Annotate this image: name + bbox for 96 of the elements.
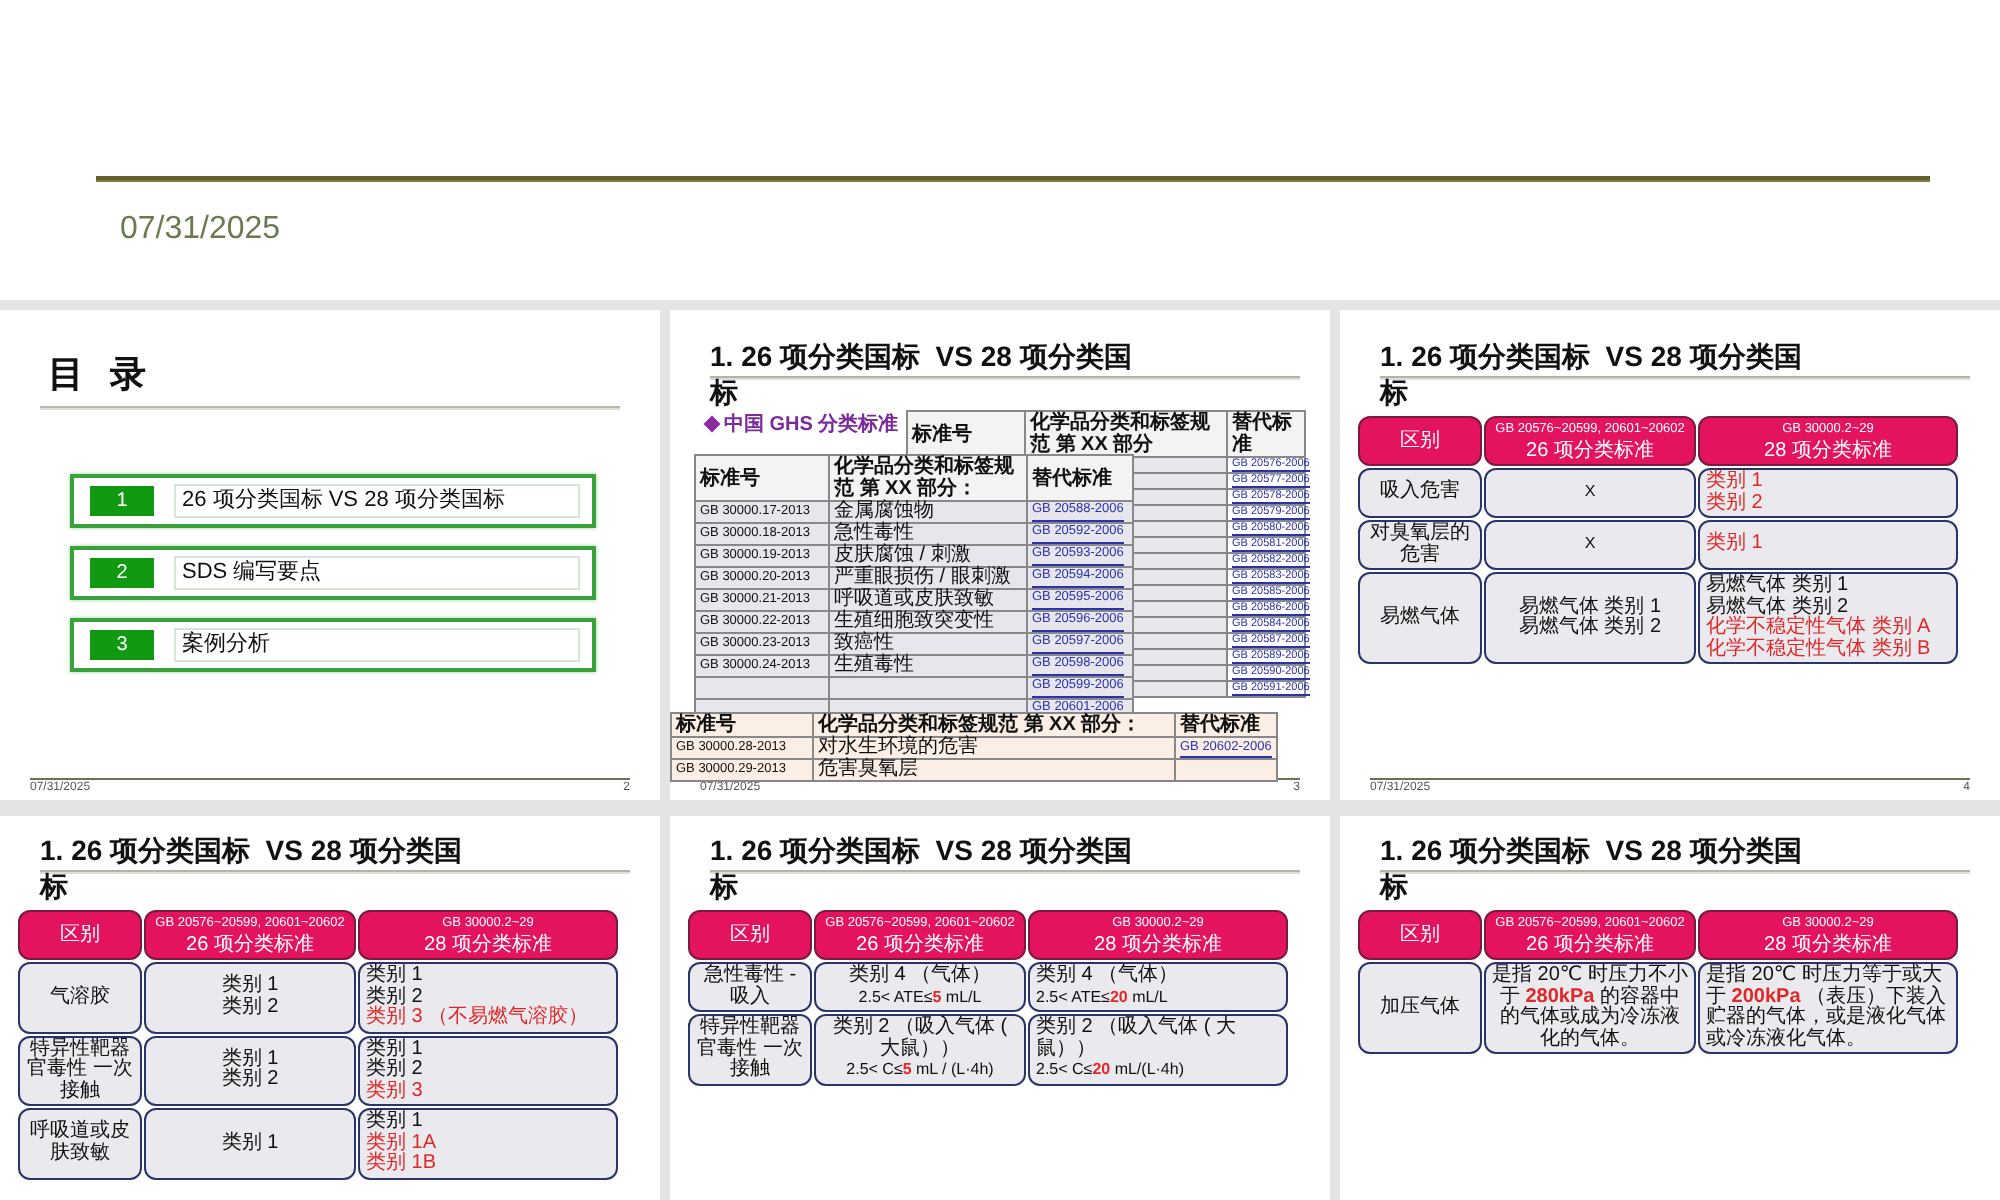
cell-text: 类别 3 xyxy=(366,1081,425,1102)
cell-text: 类别 2 xyxy=(366,1060,425,1080)
item-title: SDS 编写要点 xyxy=(174,556,580,590)
header-text: 26 项分类标准 xyxy=(1524,440,1656,462)
header-cell: 化学品分类和标签规范 第 XX 部分： xyxy=(829,455,1027,501)
header-text: 26 项分类标准 xyxy=(184,934,316,956)
table-cell: 呼吸道或皮肤致敏 xyxy=(829,589,1027,611)
cell-text: 类别 1 xyxy=(219,1133,281,1154)
cell-text: 易燃气体 类别 2 xyxy=(1706,597,1849,617)
header-text: 28 项分类标准 xyxy=(1762,440,1894,462)
header-cell: 化学品分类和标签规范 第 XX 部分 xyxy=(1025,411,1227,457)
cell-text: 化学不稳定性气体 类别 A xyxy=(1706,618,1933,638)
cell-text: 化学不稳定性气体 类别 B xyxy=(1706,639,1933,660)
cell-text: 类别 3 （不易燃气溶胶） xyxy=(366,1008,591,1029)
header-cell: 替代标准 xyxy=(1175,713,1277,737)
cell-text: 易燃气体 类别 1 xyxy=(1516,597,1664,617)
table-cell: 皮肤腐蚀 / 刺激 xyxy=(829,545,1027,567)
slide-thumbnail[interactable] xyxy=(1340,310,2000,800)
cell-text: X xyxy=(1582,534,1598,556)
slide-thumbnail[interactable] xyxy=(670,310,1330,800)
table-cell: 危害臭氧层 xyxy=(813,759,1175,781)
table-cell: 严重眼损伤 / 眼刺激 xyxy=(829,567,1027,589)
slide-title: 1. 26 项分类国标 VS 28 项分类国标 xyxy=(40,832,464,904)
item-number: 1 xyxy=(90,486,154,516)
table-cell: 金属腐蚀物 xyxy=(829,501,1027,523)
row-label: 吸入危害 xyxy=(1378,482,1462,504)
cell-text: 类别 1 xyxy=(366,966,425,986)
table-cell: 致癌性 xyxy=(829,633,1027,655)
row-label: 加压气体 xyxy=(1378,997,1462,1019)
row-label: 呼吸道或皮肤致敏 xyxy=(28,1122,132,1165)
cell-text: 2.5< ATE≤5 mL/L xyxy=(856,987,984,1008)
header-text: 28 项分类标准 xyxy=(1762,934,1894,956)
header-text: 区别 xyxy=(58,924,102,946)
table-cell: 生殖细胞致突变性 xyxy=(829,611,1027,633)
item-number: 2 xyxy=(90,558,154,588)
slide-subtitle: 中国 GHS 分类标准 xyxy=(724,411,899,438)
cell-text: 2.5< C≤5 mL / (L·4h) xyxy=(844,1060,996,1081)
header-text: 26 项分类标准 xyxy=(1524,934,1656,956)
slide-title: 目 录 xyxy=(48,352,157,398)
diamond-bullet-icon xyxy=(703,415,721,433)
header-cell: 标准号 xyxy=(695,455,829,501)
slide-title: 1. 26 项分类国标 VS 28 项分类国标 xyxy=(710,338,1134,410)
table-cell: 对水生环境的危害 xyxy=(813,737,1175,759)
cell-text: 类别 1 xyxy=(219,1049,281,1070)
slide-date: 07/31/2025 xyxy=(120,212,281,248)
item-title: 26 项分类国标 VS 28 项分类国标 xyxy=(174,484,580,518)
cell-text: 是指 20℃ 时压力不小于 280kPa 的容器中的气体或成为冷冻液化的气体。 xyxy=(1492,966,1688,1050)
item-number: 3 xyxy=(90,630,154,660)
cell-text: 类别 2 （吸入气体 ( 大鼠）） xyxy=(1036,1018,1239,1060)
cell-text: 类别 2 （吸入气体 ( 大鼠）） xyxy=(830,1018,1010,1060)
row-label: 特异性靶器官毒性 一次接触 xyxy=(26,1039,134,1102)
row-label: 特异性靶器官毒性 一次接触 xyxy=(696,1018,804,1081)
header-cell: 标准号 xyxy=(671,713,813,737)
cell-text: 类别 2 xyxy=(219,997,281,1019)
cell-text: 易燃气体 类别 2 xyxy=(1516,618,1664,639)
cell-text: 2.5< ATE≤20 mL/L xyxy=(1036,987,1170,1008)
cell-text: 类别 1B xyxy=(366,1154,439,1175)
slide-thumbnail[interactable] xyxy=(670,816,1330,1200)
header-text: 28 项分类标准 xyxy=(422,934,554,956)
item-title: 案例分析 xyxy=(174,628,580,662)
cell-text: 类别 1 xyxy=(219,976,281,997)
slide-title: 1. 26 项分类国标 VS 28 项分类国标 xyxy=(710,832,1134,904)
contents-item[interactable]: 2 SDS 编写要点 xyxy=(70,546,596,600)
cell-text: 类别 1 xyxy=(366,1039,425,1059)
contents-item[interactable]: 3 案例分析 xyxy=(70,618,596,672)
cell-text: 类别 1 xyxy=(1706,534,1765,556)
row-label: 气溶胶 xyxy=(48,987,112,1008)
cell-text: 类别 1 xyxy=(1706,472,1765,492)
header-text: 区别 xyxy=(1398,430,1442,452)
cell-text: 类别 4 （气体） xyxy=(846,966,994,987)
cell-text: 类别 2 xyxy=(366,987,425,1007)
cell-text: 易燃气体 类别 1 xyxy=(1706,576,1851,596)
header-cell: 替代标准 xyxy=(1027,455,1133,501)
cell-text: 类别 1 xyxy=(366,1112,425,1132)
cell-text: 类别 1A xyxy=(366,1133,439,1153)
row-label: 对臭氧层的危害 xyxy=(1368,524,1472,566)
header-text: 区别 xyxy=(1398,924,1442,946)
slide-title: 1. 26 项分类国标 VS 28 项分类国标 xyxy=(1380,338,1804,410)
contents-item[interactable]: 1 26 项分类国标 VS 28 项分类国标 xyxy=(70,474,596,528)
header-text: 28 项分类标准 xyxy=(1092,934,1224,956)
slide-title: 1. 26 项分类国标 VS 28 项分类国标 xyxy=(1380,832,1804,904)
cell-text: 类别 2 xyxy=(219,1070,281,1092)
row-label: 易燃气体 xyxy=(1378,607,1462,629)
header-cell: 替代标准 xyxy=(1227,411,1305,457)
header-cell: 化学品分类和标签规范 第 XX 部分： xyxy=(813,713,1175,737)
header-text: 26 项分类标准 xyxy=(854,934,986,956)
cell-text: X xyxy=(1582,482,1598,504)
header-text: 区别 xyxy=(728,924,772,946)
cell-text: 类别 4 （气体） xyxy=(1036,966,1181,987)
cell-text: 类别 2 xyxy=(1706,493,1765,514)
table-cell: 急性毒性 xyxy=(829,523,1027,545)
header-cell: 标准号 xyxy=(907,411,1025,457)
cell-text: 是指 20℃ 时压力等于或大于 200kPa （表压）下装入贮器的气体，或是液化气体或冷冻液化气体。 xyxy=(1706,966,1949,1050)
row-label: 急性毒性 - 吸入 xyxy=(701,966,799,1008)
cell-text: 2.5< C≤20 mL/(L·4h) xyxy=(1036,1060,1186,1081)
slide-thumbnail[interactable]: 07/31/2025 xyxy=(0,0,2000,300)
